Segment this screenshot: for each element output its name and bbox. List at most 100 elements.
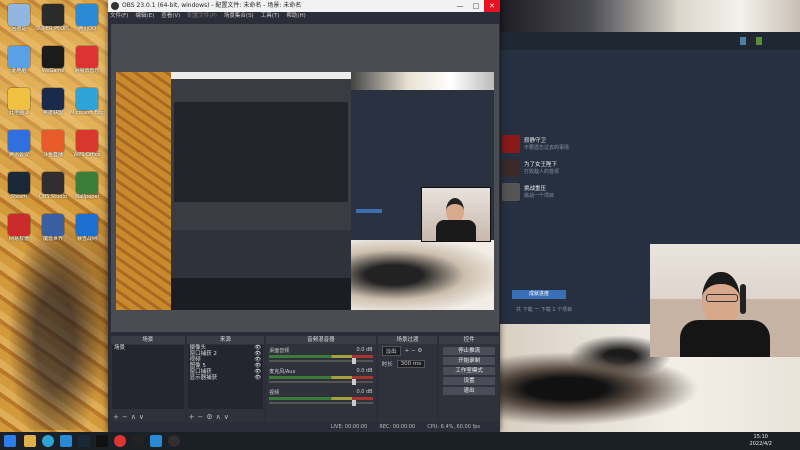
menu-scene-collection[interactable]: 场景集合(S) [224, 12, 254, 21]
app-icon [76, 214, 98, 236]
program-preview[interactable] [111, 24, 499, 332]
mixer-channel[interactable]: 桌面音频 0.0 dB [269, 347, 373, 364]
panel-footnote: 共 下载 一 下载 1 个项目 [516, 307, 573, 313]
transitions-dock: 场景过渡 淡出 + − ⚙ 时长 300 ms [377, 336, 438, 422]
desktop-icon-label: 暴雪战网 [76, 236, 97, 242]
desktop-icon-label: Wallpaper [74, 194, 100, 200]
start-button[interactable] [4, 435, 16, 447]
exit-button[interactable]: 退出 [443, 387, 495, 395]
mixer-channel[interactable]: 麦克风/Aux 0.0 dB [269, 368, 373, 385]
volume-slider[interactable] [269, 400, 373, 406]
studio-mode-button[interactable]: 工作室模式 [443, 367, 495, 375]
menu-edit[interactable]: 编辑(E) [135, 12, 154, 21]
menu-tools[interactable]: 工具(T) [261, 12, 280, 21]
desktop-icon[interactable]: 魔兽世界 [36, 214, 70, 252]
app-icon [42, 214, 64, 236]
app-icon[interactable] [132, 435, 144, 447]
desktop-icon[interactable]: WeGame [36, 46, 70, 84]
achievement-desc: 不要遗忘过去的事情 [524, 145, 570, 151]
scene-toolbar[interactable]: +−∧∨ [113, 413, 147, 421]
file-explorer-icon[interactable] [24, 435, 36, 447]
desktop-icon-label: 网易有道 [8, 236, 29, 242]
duration-label: 时长 [381, 362, 393, 368]
mixer-dock-title: 音频混音器 [266, 336, 376, 344]
app-icon [8, 4, 30, 26]
app-icon [76, 172, 98, 194]
settings-button[interactable]: 设置 [443, 377, 495, 385]
app-icon [42, 4, 64, 26]
menu-profile[interactable]: 配置文件(P) [187, 12, 217, 21]
scenes-dock-title: 场景 [111, 336, 185, 344]
start-recording-button[interactable]: 开始录制 [443, 357, 495, 365]
duration-input[interactable]: 300 ms [396, 360, 426, 368]
desktop-icon[interactable]: 腾讯QQ [70, 4, 104, 42]
app-icon [8, 46, 30, 68]
desktop-icon[interactable]: 网易有道 [2, 214, 36, 252]
desktop-icon-label: OBS Studio [39, 194, 67, 200]
desktop-icon[interactable]: 腾讯会议 [2, 130, 36, 168]
desktop-icon[interactable]: Microsoft Edge [70, 88, 104, 126]
notification-badge[interactable] [740, 37, 746, 45]
achievement-item[interactable]: 挑战重压 挑战一个项目 [502, 183, 652, 203]
achievement-item[interactable]: 寂静守卫 不要遗忘过去的事情 [502, 135, 652, 155]
obs-titlebar[interactable]: OBS 23.0.1 (64-bit, windows) - 配置文件: 未命名… [108, 0, 500, 12]
preview-canvas [116, 72, 494, 310]
scene-item[interactable]: 场景 [112, 345, 184, 351]
transition-select[interactable]: 淡出 [381, 346, 401, 356]
desktop-icon-label: WPS Office [73, 152, 101, 158]
desktop-icon[interactable]: 回收站 [2, 4, 36, 42]
desktop-icon[interactable]: WPS Office [70, 130, 104, 168]
obs-taskbar-icon[interactable] [168, 435, 180, 447]
sources-dock-title: 来源 [186, 336, 265, 344]
desktop-icon[interactable]: 网易云音乐 [70, 46, 104, 84]
webcam-overlay [650, 244, 800, 357]
achievement-title: 为了女王陛下 [524, 162, 558, 168]
achievement-item[interactable]: 为了女王陛下 打败敌人的首领 [502, 159, 652, 179]
achievement-progress-button[interactable]: 成就进度 [512, 290, 566, 299]
desktop-icon[interactable]: Wallpaper [70, 172, 104, 210]
achievement-icon [502, 135, 520, 153]
desktop-icon[interactable]: 此电脑 2 [2, 88, 36, 126]
desktop-icon[interactable]: SUPER PEOPLE CBT [36, 4, 70, 42]
edge-icon[interactable] [42, 435, 54, 447]
menu-file[interactable]: 文件(F) [110, 12, 128, 21]
system-clock[interactable]: 15:10 2022/4/2 [750, 434, 772, 448]
mixer-channel[interactable]: 视频 0.0 dB [269, 389, 373, 406]
desktop-icon-label: Steam [10, 194, 28, 200]
achievement-title: 挑战重压 [524, 186, 547, 192]
maximize-button[interactable]: □ [468, 0, 484, 12]
desktop-icon[interactable]: OBS Studio [36, 172, 70, 210]
add-icon[interactable]: + − ⚙ [405, 348, 423, 354]
menu-view[interactable]: 查看(V) [161, 12, 180, 21]
volume-meter [269, 397, 373, 400]
source-item[interactable]: 显示器捕获 👁 [188, 375, 264, 381]
volume-slider[interactable] [269, 379, 373, 385]
desktop-icon-label: Microsoft Edge [70, 110, 104, 116]
netease-music-icon[interactable] [114, 435, 126, 447]
desktop-icon-label: 回收站 [11, 26, 27, 32]
desktop-icon[interactable]: 斗鱼直播 [36, 130, 70, 168]
desktop-icon[interactable]: 英雄联盟 [36, 88, 70, 126]
close-button[interactable]: ✕ [484, 0, 500, 12]
desktop-icon[interactable]: 暴雪战网 [70, 214, 104, 252]
app-icon[interactable] [96, 435, 108, 447]
volume-slider[interactable] [269, 358, 373, 364]
scenes-dock: 场景 场景 +−∧∨ [111, 336, 185, 422]
minimize-button[interactable]: — [452, 0, 468, 12]
window-title: OBS 23.0.1 (64-bit, windows) - 配置文件: 未命名… [122, 2, 302, 9]
controls-dock: 控件 停止推流 开始录制 工作室模式 设置 退出 [439, 336, 499, 422]
menu-help[interactable]: 帮助(H) [286, 12, 305, 21]
qq-icon[interactable] [60, 435, 72, 447]
desktop-icon[interactable]: 此电脑 [2, 46, 36, 84]
transitions-dock-title: 场景过渡 [377, 336, 438, 344]
desktop-icons: 回收站 SUPER PEOPLE CBT 腾讯QQ 此电脑 WeGame 网易云音乐此电脑… [0, 0, 106, 430]
source-toolbar[interactable]: +−⚙∧∨ [189, 413, 232, 421]
stop-streaming-button[interactable]: 停止推流 [443, 347, 495, 355]
status-bar: LIVE: 00:00:00 REC: 00:00:00 CPU: 6.4%, … [108, 423, 500, 432]
app-icon[interactable] [150, 435, 162, 447]
steam-icon[interactable] [78, 435, 90, 447]
controls-dock-title: 控件 [439, 336, 499, 344]
volume-meter [269, 355, 373, 358]
desktop-icon[interactable]: Steam [2, 172, 36, 210]
friends-badge[interactable] [756, 37, 762, 45]
